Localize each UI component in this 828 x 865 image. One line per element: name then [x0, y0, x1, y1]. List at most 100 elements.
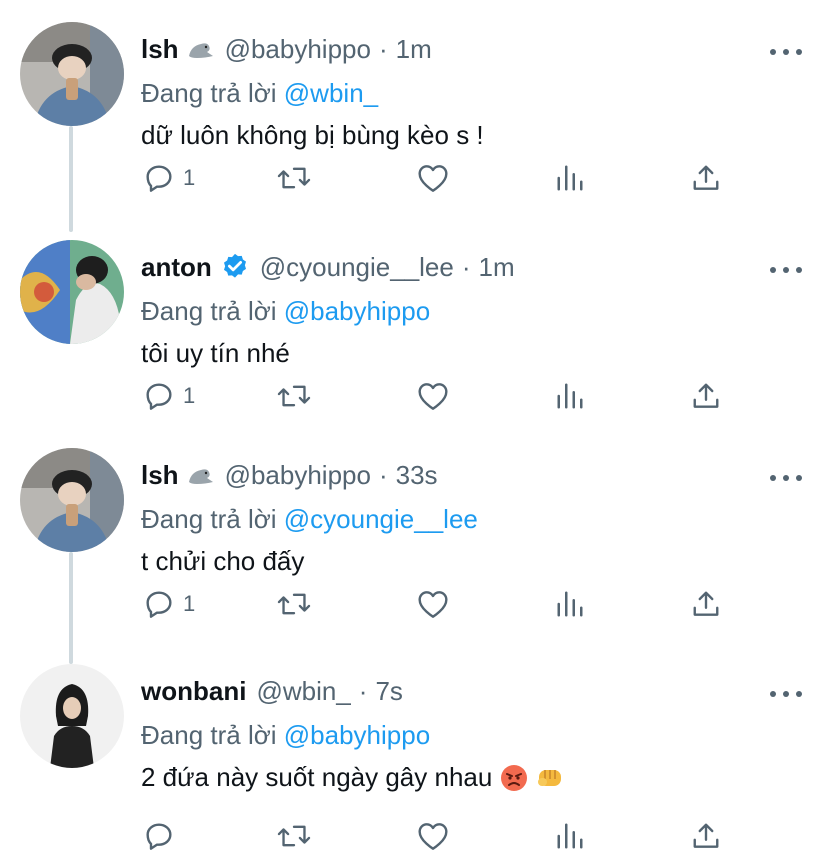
- tweet[interactable]: anton @cyoungie__lee · 1m Đang trả lời @…: [0, 240, 828, 430]
- reply-button[interactable]: 1: [143, 584, 195, 624]
- tweet-text: tôi uy tín nhé: [141, 338, 290, 369]
- fist-emoji: [536, 764, 566, 792]
- tweet[interactable]: wonbani @wbin_ · 7s Đang trả lời @babyhi…: [0, 664, 828, 864]
- mention-link[interactable]: @babyhippo: [284, 720, 430, 750]
- user-handle[interactable]: @babyhippo: [225, 460, 371, 491]
- analytics-button[interactable]: [555, 584, 585, 624]
- retweet-icon: [277, 593, 311, 615]
- user-handle[interactable]: @wbin_: [256, 676, 350, 707]
- display-name[interactable]: lsh: [141, 460, 179, 491]
- reply-count: 1: [183, 383, 196, 408]
- mention-link[interactable]: @wbin_: [284, 78, 378, 108]
- reply-icon: [146, 165, 172, 192]
- like-button[interactable]: [417, 584, 449, 624]
- tweet-header: lsh @babyhippo · 1m: [141, 32, 432, 66]
- tweet[interactable]: lsh @babyhippo · 1m Đang trả lời @wbin_ …: [0, 22, 828, 212]
- replying-to-label: Đang trả lời: [141, 504, 284, 534]
- separator-dot: ·: [461, 251, 471, 282]
- analytics-button[interactable]: [555, 816, 585, 856]
- share-icon: [693, 165, 719, 190]
- verified-badge-icon: [220, 252, 250, 282]
- replying-to: Đang trả lời @babyhippo: [141, 296, 430, 327]
- retweet-icon: [277, 167, 311, 189]
- action-bar: [141, 816, 741, 856]
- reply-button[interactable]: 1: [143, 376, 195, 416]
- tweet-text-content: tôi uy tín nhé: [141, 338, 290, 368]
- share-button[interactable]: [691, 158, 721, 198]
- reply-button[interactable]: [143, 816, 183, 856]
- reply-icon: [146, 591, 172, 618]
- retweet-button[interactable]: [277, 584, 311, 624]
- like-button[interactable]: [417, 816, 449, 856]
- timestamp[interactable]: 1m: [396, 34, 432, 65]
- analytics-button[interactable]: [555, 376, 585, 416]
- user-handle[interactable]: @cyoungie__lee: [260, 252, 454, 283]
- reply-button[interactable]: 1: [143, 158, 195, 198]
- action-bar: 1: [141, 158, 741, 198]
- replying-to-label: Đang trả lời: [141, 296, 284, 326]
- retweet-button[interactable]: [277, 376, 311, 416]
- like-icon: [418, 383, 448, 410]
- tweet-text-content: t chửi cho đấy: [141, 546, 305, 576]
- display-name[interactable]: anton: [141, 252, 212, 283]
- replying-to-label: Đang trả lời: [141, 720, 284, 750]
- tweet-header: wonbani @wbin_ · 7s: [141, 674, 403, 708]
- retweet-button[interactable]: [277, 816, 311, 856]
- tweet-text-content: 2 đứa này suốt ngày gây nhau: [141, 762, 493, 792]
- avatar[interactable]: [20, 448, 124, 552]
- separator-dot: ·: [378, 459, 388, 490]
- avatar[interactable]: [20, 664, 124, 768]
- mention-link[interactable]: @babyhippo: [284, 296, 430, 326]
- seal-emoji: [187, 464, 215, 486]
- separator-dot: ·: [378, 33, 388, 64]
- display-name[interactable]: lsh: [141, 34, 179, 65]
- timestamp[interactable]: 7s: [375, 676, 402, 707]
- share-button[interactable]: [691, 816, 721, 856]
- share-icon: [693, 823, 719, 848]
- timestamp[interactable]: 1m: [479, 252, 515, 283]
- angry-face-emoji: [500, 764, 528, 792]
- avatar[interactable]: [20, 240, 124, 344]
- display-name[interactable]: wonbani: [141, 676, 246, 707]
- tweet-header: lsh @babyhippo · 33s: [141, 458, 438, 492]
- share-button[interactable]: [691, 376, 721, 416]
- timestamp[interactable]: 33s: [396, 460, 438, 491]
- like-icon: [418, 591, 448, 618]
- reply-count: 1: [183, 165, 196, 190]
- tweet-header: anton @cyoungie__lee · 1m: [141, 250, 515, 284]
- reply-count: 1: [183, 591, 196, 616]
- replying-to-label: Đang trả lời: [141, 78, 284, 108]
- action-bar: 1: [141, 584, 741, 624]
- mention-link[interactable]: @cyoungie__lee: [284, 504, 478, 534]
- replying-to: Đang trả lời @wbin_: [141, 78, 378, 109]
- separator-dot: ·: [358, 675, 368, 706]
- share-button[interactable]: [691, 584, 721, 624]
- like-button[interactable]: [417, 158, 449, 198]
- retweet-button[interactable]: [277, 158, 311, 198]
- tweet-text: 2 đứa này suốt ngày gây nhau: [141, 762, 566, 793]
- replying-to: Đang trả lời @babyhippo: [141, 720, 430, 751]
- tweet-text: dữ luôn không bị bùng kèo s !: [141, 120, 484, 151]
- tweet[interactable]: lsh @babyhippo · 33s Đang trả lời @cyoun…: [0, 448, 828, 638]
- retweet-icon: [277, 385, 311, 407]
- user-handle[interactable]: @babyhippo: [225, 34, 371, 65]
- share-icon: [693, 383, 719, 408]
- like-icon: [418, 165, 448, 192]
- analytics-icon: [557, 591, 583, 617]
- retweet-icon: [277, 825, 311, 847]
- avatar[interactable]: [20, 22, 124, 126]
- more-icon[interactable]: [770, 264, 802, 276]
- tweet-text-content: dữ luôn không bị bùng kèo s !: [141, 120, 484, 150]
- more-icon[interactable]: [770, 46, 802, 58]
- more-icon[interactable]: [770, 688, 802, 700]
- more-icon[interactable]: [770, 472, 802, 484]
- analytics-button[interactable]: [555, 158, 585, 198]
- replying-to: Đang trả lời @cyoungie__lee: [141, 504, 478, 535]
- like-button[interactable]: [417, 376, 449, 416]
- analytics-icon: [557, 165, 583, 191]
- like-icon: [418, 823, 448, 850]
- share-icon: [693, 591, 719, 616]
- tweet-text: t chửi cho đấy: [141, 546, 304, 577]
- analytics-icon: [557, 383, 583, 409]
- action-bar: 1: [141, 376, 741, 416]
